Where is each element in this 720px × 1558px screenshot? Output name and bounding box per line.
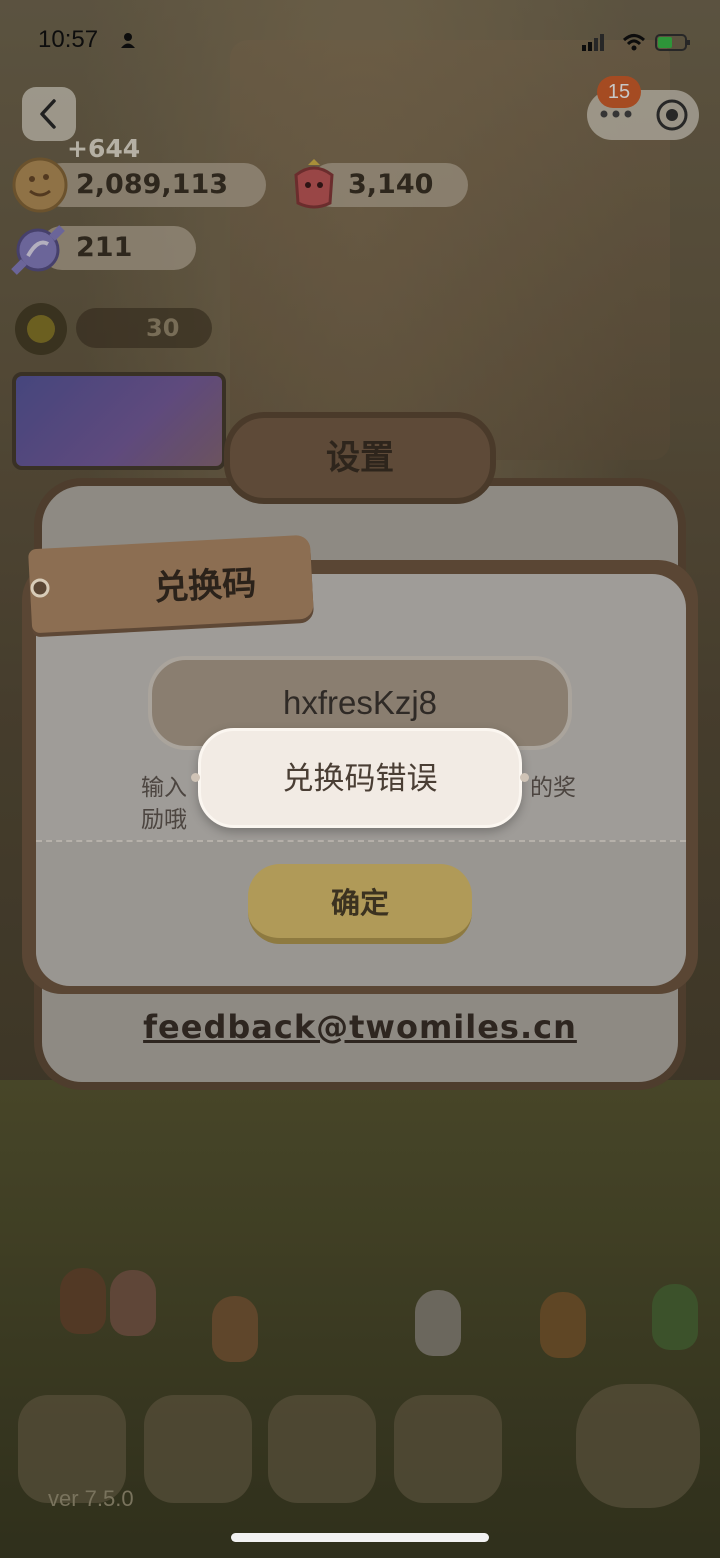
toast-left-dot xyxy=(191,773,200,782)
feedback-email-link[interactable]: feedback@twomiles.cn xyxy=(0,1008,720,1046)
home-indicator xyxy=(231,1533,489,1542)
redeem-hint-end: 的奖 xyxy=(530,775,576,801)
redeem-hint-start: 输入 xyxy=(141,775,187,801)
confirm-button[interactable]: 确定 xyxy=(248,864,472,944)
settings-title: 设置 xyxy=(224,412,496,504)
tag-string-icon xyxy=(30,578,50,598)
redeem-hint-line2: 励哦 xyxy=(141,807,187,833)
redeem-title: 兑换码 xyxy=(153,563,258,609)
error-toast: 兑换码错误 xyxy=(198,728,522,828)
toast-right-dot xyxy=(520,773,529,782)
